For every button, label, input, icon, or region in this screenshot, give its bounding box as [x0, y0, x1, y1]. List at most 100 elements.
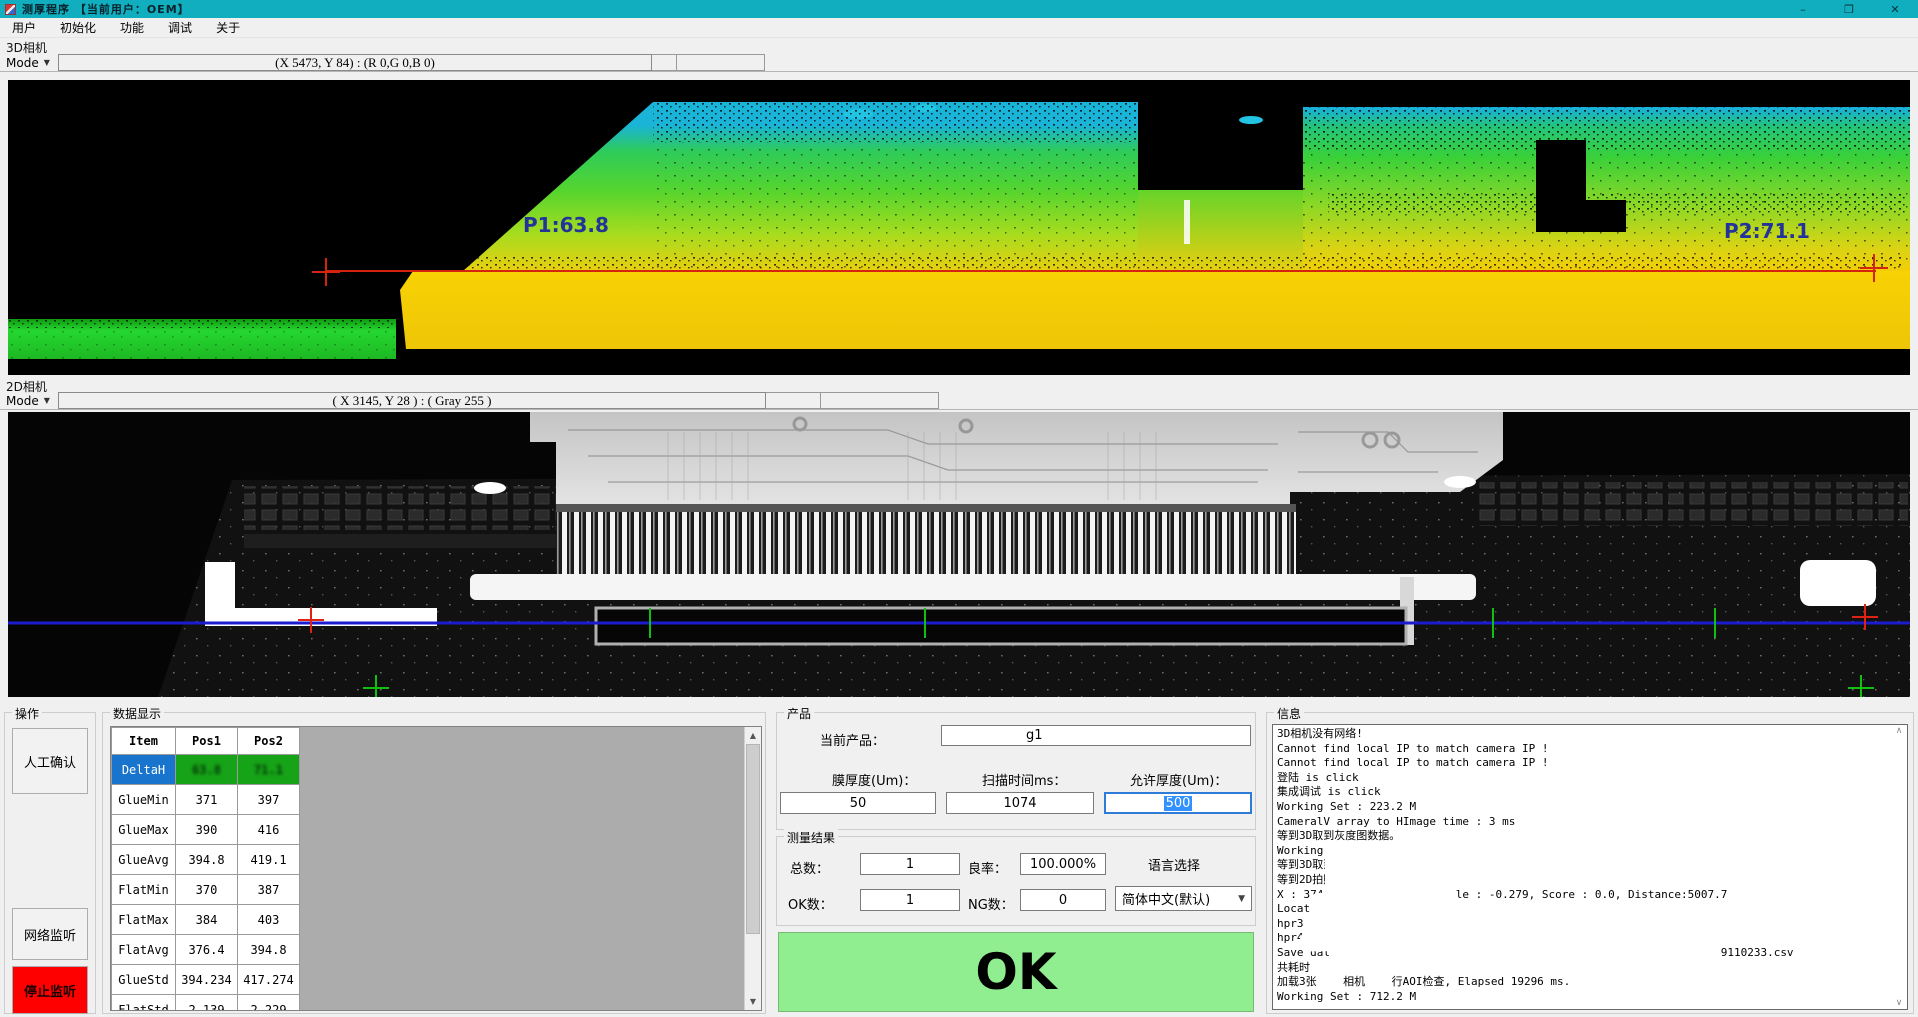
minimize-button[interactable]: – [1780, 0, 1826, 18]
scan-time-field[interactable]: 1074 [946, 792, 1094, 814]
data-display-title: 数据显示 [110, 705, 164, 722]
cell-pos2: 394.8 [238, 935, 300, 965]
yield-field[interactable]: 100.000% [1020, 853, 1106, 875]
measurement-table: Item Pos1 Pos2 DeltaH 63.8 71.1 GlueMin … [111, 727, 300, 1011]
menu-function[interactable]: 功能 [108, 17, 156, 38]
chevron-down-icon: ▼ [44, 396, 50, 405]
table-row[interactable]: DeltaH 63.8 71.1 [112, 755, 300, 785]
camera3d-coordinate-readout: (X 5473, Y 84) : (R 0,G 0,B 0) [58, 54, 652, 71]
log-line: 加载3张 相机 行AOI检查, Elapsed 19296 ms. [1277, 975, 1891, 990]
scroll-up-icon[interactable]: ∧ [1896, 726, 1903, 736]
operation-group-title: 操作 [12, 705, 42, 722]
film-thickness-field[interactable]: 50 [780, 792, 936, 814]
menu-init[interactable]: 初始化 [48, 17, 108, 38]
scroll-down-icon[interactable]: ▼ [745, 993, 761, 1010]
result-status-banner: OK [778, 932, 1254, 1012]
redaction-blob [1400, 904, 1838, 926]
gray-image-render [8, 412, 1910, 697]
title-bar: 测厚程序 【当前用户：OEM】 – ❐ ✕ [0, 0, 1918, 18]
language-label: 语言选择 [1148, 855, 1200, 874]
scrollbar-thumb[interactable] [746, 744, 760, 934]
camera2d-mode-button[interactable]: Mode ▼ [0, 392, 58, 409]
menu-debug[interactable]: 调试 [156, 17, 204, 38]
menu-bar: 用户 初始化 功能 调试 关于 [0, 18, 1918, 38]
p1-measure-label: P1:63.8 [523, 213, 609, 237]
cell-pos2: 403 [238, 905, 300, 935]
yield-label: 良率： [968, 858, 1007, 877]
table-row[interactable]: GlueAvg 394.8 419.1 [112, 845, 300, 875]
bottom-panel: 操作 人工确认 网络监听 停止监听 数据显示 Item Pos1 Pos2 De… [0, 697, 1918, 1017]
cell-pos2: 397 [238, 785, 300, 815]
close-button[interactable]: ✕ [1872, 0, 1918, 18]
menu-about[interactable]: 关于 [204, 17, 252, 38]
log-line: 3D相机没有网络! [1277, 727, 1891, 742]
table-row[interactable]: GlueStd 394.234 417.274 [112, 965, 300, 995]
table-scrollbar[interactable]: ▲ ▼ [744, 727, 761, 1010]
cell-pos2: 71.1 [238, 755, 300, 785]
cell-item: FlatMax [112, 905, 176, 935]
log-line: Working Set : 223.2 M [1277, 800, 1891, 815]
allow-thickness-field[interactable]: 500 [1104, 792, 1252, 814]
stop-listen-button[interactable]: 停止监听 [12, 966, 88, 1014]
cell-item: FlatMin [112, 875, 176, 905]
result-group-title: 测量结果 [784, 829, 838, 846]
mode-label: Mode [6, 56, 39, 70]
cell-item: GlueAvg [112, 845, 176, 875]
camera2d-toolbar: Mode ▼ ( X 3145, Y 28 ) : ( Gray 255 ) [0, 392, 1918, 410]
cell-item: DeltaH [112, 755, 176, 785]
current-product-label: 当前产品： [820, 730, 885, 749]
camera3d-mode-button[interactable]: Mode ▼ [0, 54, 58, 71]
language-value: 简体中文(默认) [1122, 889, 1210, 908]
ng-count-label: NG数： [968, 894, 1014, 913]
scroll-down-icon[interactable]: ∨ [1896, 998, 1903, 1008]
chevron-down-icon: ▼ [44, 58, 50, 67]
cell-item: FlatAvg [112, 935, 176, 965]
chevron-down-icon: ▼ [1238, 894, 1251, 904]
camera3d-toolbar: Mode ▼ (X 5473, Y 84) : (R 0,G 0,B 0) [0, 54, 1918, 72]
network-listen-button[interactable]: 网络监听 [12, 908, 88, 960]
scroll-up-icon[interactable]: ▲ [745, 727, 761, 744]
cell-value: 63.8 [192, 763, 221, 777]
col-pos1: Pos1 [176, 728, 238, 755]
ng-count-field[interactable]: 0 [1020, 889, 1106, 911]
info-log-scrollbar[interactable]: ∧ ∨ [1892, 726, 1906, 1008]
total-field[interactable]: 1 [860, 853, 960, 875]
mode-label: Mode [6, 394, 39, 408]
cell-pos1: 370 [176, 875, 238, 905]
cell-pos2: 419.1 [238, 845, 300, 875]
data-grid-area[interactable]: Item Pos1 Pos2 DeltaH 63.8 71.1 GlueMin … [110, 726, 762, 1011]
camera3d-viewport[interactable]: P1:63.8 P2:71.1 [8, 80, 1910, 375]
cell-item: GlueMax [112, 815, 176, 845]
camera2d-coordinate-readout: ( X 3145, Y 28 ) : ( Gray 255 ) [58, 392, 766, 409]
total-label: 总数： [790, 858, 829, 877]
cell-pos1: 390 [176, 815, 238, 845]
cell-pos1: 394.8 [176, 845, 238, 875]
col-item: Item [112, 728, 176, 755]
table-row[interactable]: GlueMax 390 416 [112, 815, 300, 845]
cell-pos1: 371 [176, 785, 238, 815]
film-thickness-label: 膜厚度(Um)： [832, 770, 916, 789]
current-product-field[interactable]: g1 [941, 725, 1251, 746]
cell-pos1: 63.8 [176, 755, 238, 785]
log-line: Working Set : 712.2 M [1277, 990, 1891, 1005]
maximize-button[interactable]: ❐ [1826, 0, 1872, 18]
table-row[interactable]: FlatStd 2.139 2.229 [112, 995, 300, 1012]
menu-user[interactable]: 用户 [0, 17, 48, 38]
table-row[interactable]: FlatMin 370 387 [112, 875, 300, 905]
camera2d-viewport[interactable] [8, 412, 1910, 697]
cell-pos2: 387 [238, 875, 300, 905]
table-row[interactable]: GlueMin 371 397 [112, 785, 300, 815]
app-icon [5, 4, 16, 15]
log-line: 等到3D取到灰度图数据。 [1277, 829, 1891, 844]
manual-confirm-button[interactable]: 人工确认 [12, 728, 88, 794]
language-select[interactable]: 简体中文(默认) ▼ [1115, 886, 1252, 911]
table-row[interactable]: FlatMax 384 403 [112, 905, 300, 935]
info-group-title: 信息 [1274, 705, 1304, 722]
ok-count-field[interactable]: 1 [860, 889, 960, 911]
cell-item: FlatStd [112, 995, 176, 1012]
table-row[interactable]: FlatAvg 376.4 394.8 [112, 935, 300, 965]
toolbar-cell [821, 392, 939, 409]
selected-text: 500 [1164, 796, 1193, 811]
cell-pos2: 416 [238, 815, 300, 845]
cell-value: 71.1 [254, 763, 283, 777]
